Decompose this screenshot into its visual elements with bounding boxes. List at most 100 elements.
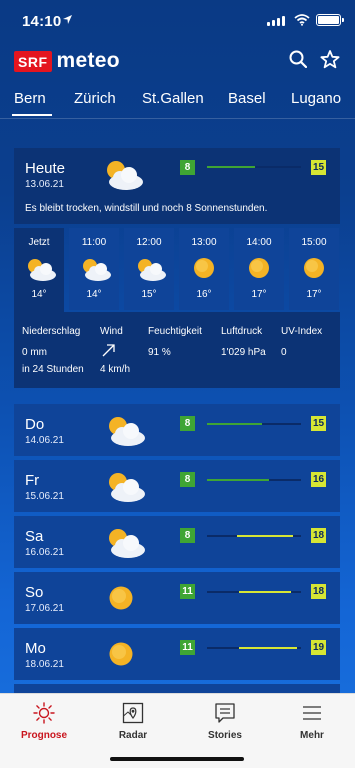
hour-temp: 16°	[196, 289, 212, 300]
forecast-row[interactable]: So 17.06.21 11 18	[14, 572, 340, 624]
location-arrow-icon	[63, 15, 72, 24]
nav-label: Radar	[118, 730, 148, 741]
hour-time: 12:00	[136, 237, 162, 248]
map-pin-icon	[122, 702, 144, 724]
forecast-min-temp: 11	[180, 640, 195, 655]
pressure-value: 1'029 hPa	[221, 347, 266, 358]
forecast-date: 16.06.21	[25, 547, 64, 558]
app-header: SRF meteo	[0, 44, 355, 80]
hour-temp: 17°	[306, 289, 322, 300]
hour-temp: 14°	[86, 289, 102, 300]
today-date: 13.06.21	[25, 179, 64, 190]
home-indicator[interactable]	[110, 757, 244, 761]
forecast-temp-bar	[207, 535, 301, 537]
city-tabs: Bern Zürich St.Gallen Basel Lugano	[0, 86, 355, 120]
forecast-max-temp: 18	[311, 584, 326, 599]
forecast-temp-bar	[207, 423, 301, 425]
humidity-label: Feuchtigkeit	[148, 326, 202, 337]
active-tab-indicator	[12, 114, 52, 116]
hour-item[interactable]: 12:00 15°	[124, 228, 174, 310]
forecast-row[interactable]: Fr 15.06.21 8 16	[14, 460, 340, 512]
hourly-forecast[interactable]: Jetzt 14° 11:00 14° 12:00 15° 13:00 16° …	[14, 228, 340, 314]
hour-time: Jetzt	[28, 237, 50, 248]
signal-icon	[267, 16, 285, 26]
sun-cloud-icon	[138, 259, 166, 281]
nav-prognose[interactable]: Prognose	[0, 694, 88, 754]
forecast-min-temp: 8	[180, 528, 195, 543]
forecast-max-temp: 19	[311, 640, 326, 655]
sun-cloud-icon	[28, 259, 56, 281]
nav-label: Mehr	[300, 730, 324, 741]
tab-st-gallen[interactable]: St.Gallen	[142, 90, 204, 107]
forecast-row[interactable]: Do 14.06.21 8 15	[14, 404, 340, 456]
sun-icon	[249, 258, 269, 278]
forecast-temp-bar	[207, 591, 301, 593]
forecast-day: So	[25, 584, 44, 601]
favorite-star-icon[interactable]	[320, 50, 340, 69]
forecast-max-temp: 16	[311, 472, 326, 487]
sun-cloud-icon	[109, 529, 145, 558]
forecast-date: 17.06.21	[25, 603, 64, 614]
hour-item[interactable]: 11:00 14°	[69, 228, 119, 310]
nav-stories[interactable]: Stories	[181, 694, 269, 754]
sun-cloud-icon	[109, 417, 145, 446]
chat-bubble-icon	[215, 703, 235, 723]
uv-label: UV-Index	[281, 326, 323, 337]
forecast-day: Sa	[25, 528, 44, 545]
forecast-min-temp: 11	[180, 584, 195, 599]
tab-lugano[interactable]: Lugano	[291, 90, 341, 107]
hour-item[interactable]: 15:00 17°	[289, 228, 339, 310]
battery-icon	[316, 14, 344, 26]
tab-bern[interactable]: Bern	[14, 90, 46, 107]
forecast-day: Do	[25, 416, 45, 433]
forecast-row[interactable]: Sa 16.06.21 8 18	[14, 516, 340, 568]
status-bar: 14:10	[0, 0, 355, 44]
tab-basel[interactable]: Basel	[228, 90, 266, 107]
tab-zuerich[interactable]: Zürich	[74, 90, 116, 107]
sun-cloud-icon	[107, 161, 143, 190]
forecast-temp-bar	[207, 647, 301, 649]
sun-icon	[194, 258, 214, 278]
sun-cloud-icon	[83, 259, 111, 281]
hour-temp: 15°	[141, 289, 157, 300]
hour-item[interactable]: Jetzt 14°	[14, 228, 64, 314]
hour-time: 15:00	[301, 237, 327, 248]
wifi-icon	[294, 14, 310, 26]
hour-item[interactable]: 14:00 17°	[234, 228, 284, 310]
precip-label: Niederschlag	[22, 326, 81, 337]
sun-icon	[109, 586, 133, 610]
nav-mehr[interactable]: Mehr	[268, 694, 355, 754]
hour-temp: 17°	[251, 289, 267, 300]
today-card[interactable]: Heute 13.06.21 8 15 Es bleibt trocken, w…	[14, 148, 340, 224]
tabs-divider	[0, 118, 355, 119]
today-temp-bar	[207, 166, 301, 168]
humidity-value: 91 %	[148, 347, 171, 358]
nav-label: Prognose	[20, 730, 68, 741]
today-label: Heute	[25, 160, 66, 177]
nav-label: Stories	[208, 730, 242, 741]
wind-value: 4 km/h	[100, 364, 131, 375]
menu-icon	[303, 706, 321, 720]
nav-radar[interactable]: Radar	[89, 694, 177, 754]
app-logo: SRF meteo	[14, 49, 120, 73]
today-max-temp: 15	[311, 160, 326, 175]
weather-details: Niederschlag 0 mm in 24 Stunden Wind 4 k…	[14, 312, 340, 388]
forecast-row[interactable]: Mo 18.06.21 11 19	[14, 628, 340, 680]
forecast-min-temp: 8	[180, 472, 195, 487]
forecast-day: Mo	[25, 640, 46, 657]
sun-outline-icon	[33, 702, 55, 724]
precip-value: 0 mm	[22, 347, 47, 358]
uv-value: 0	[281, 347, 287, 358]
hour-item[interactable]: 13:00 16°	[179, 228, 229, 310]
srf-logo: SRF	[14, 50, 52, 72]
precip-sub: in 24 Stunden	[22, 364, 84, 375]
search-icon[interactable]	[289, 50, 307, 68]
wind-direction-arrow-icon	[102, 344, 115, 357]
forecast-max-temp: 15	[311, 416, 326, 431]
hour-temp: 14°	[31, 289, 47, 300]
forecast-day: Fr	[25, 472, 40, 489]
app-name: meteo	[56, 49, 120, 72]
forecast-date: 15.06.21	[25, 491, 64, 502]
sun-icon	[304, 258, 324, 278]
wind-label: Wind	[100, 326, 123, 337]
